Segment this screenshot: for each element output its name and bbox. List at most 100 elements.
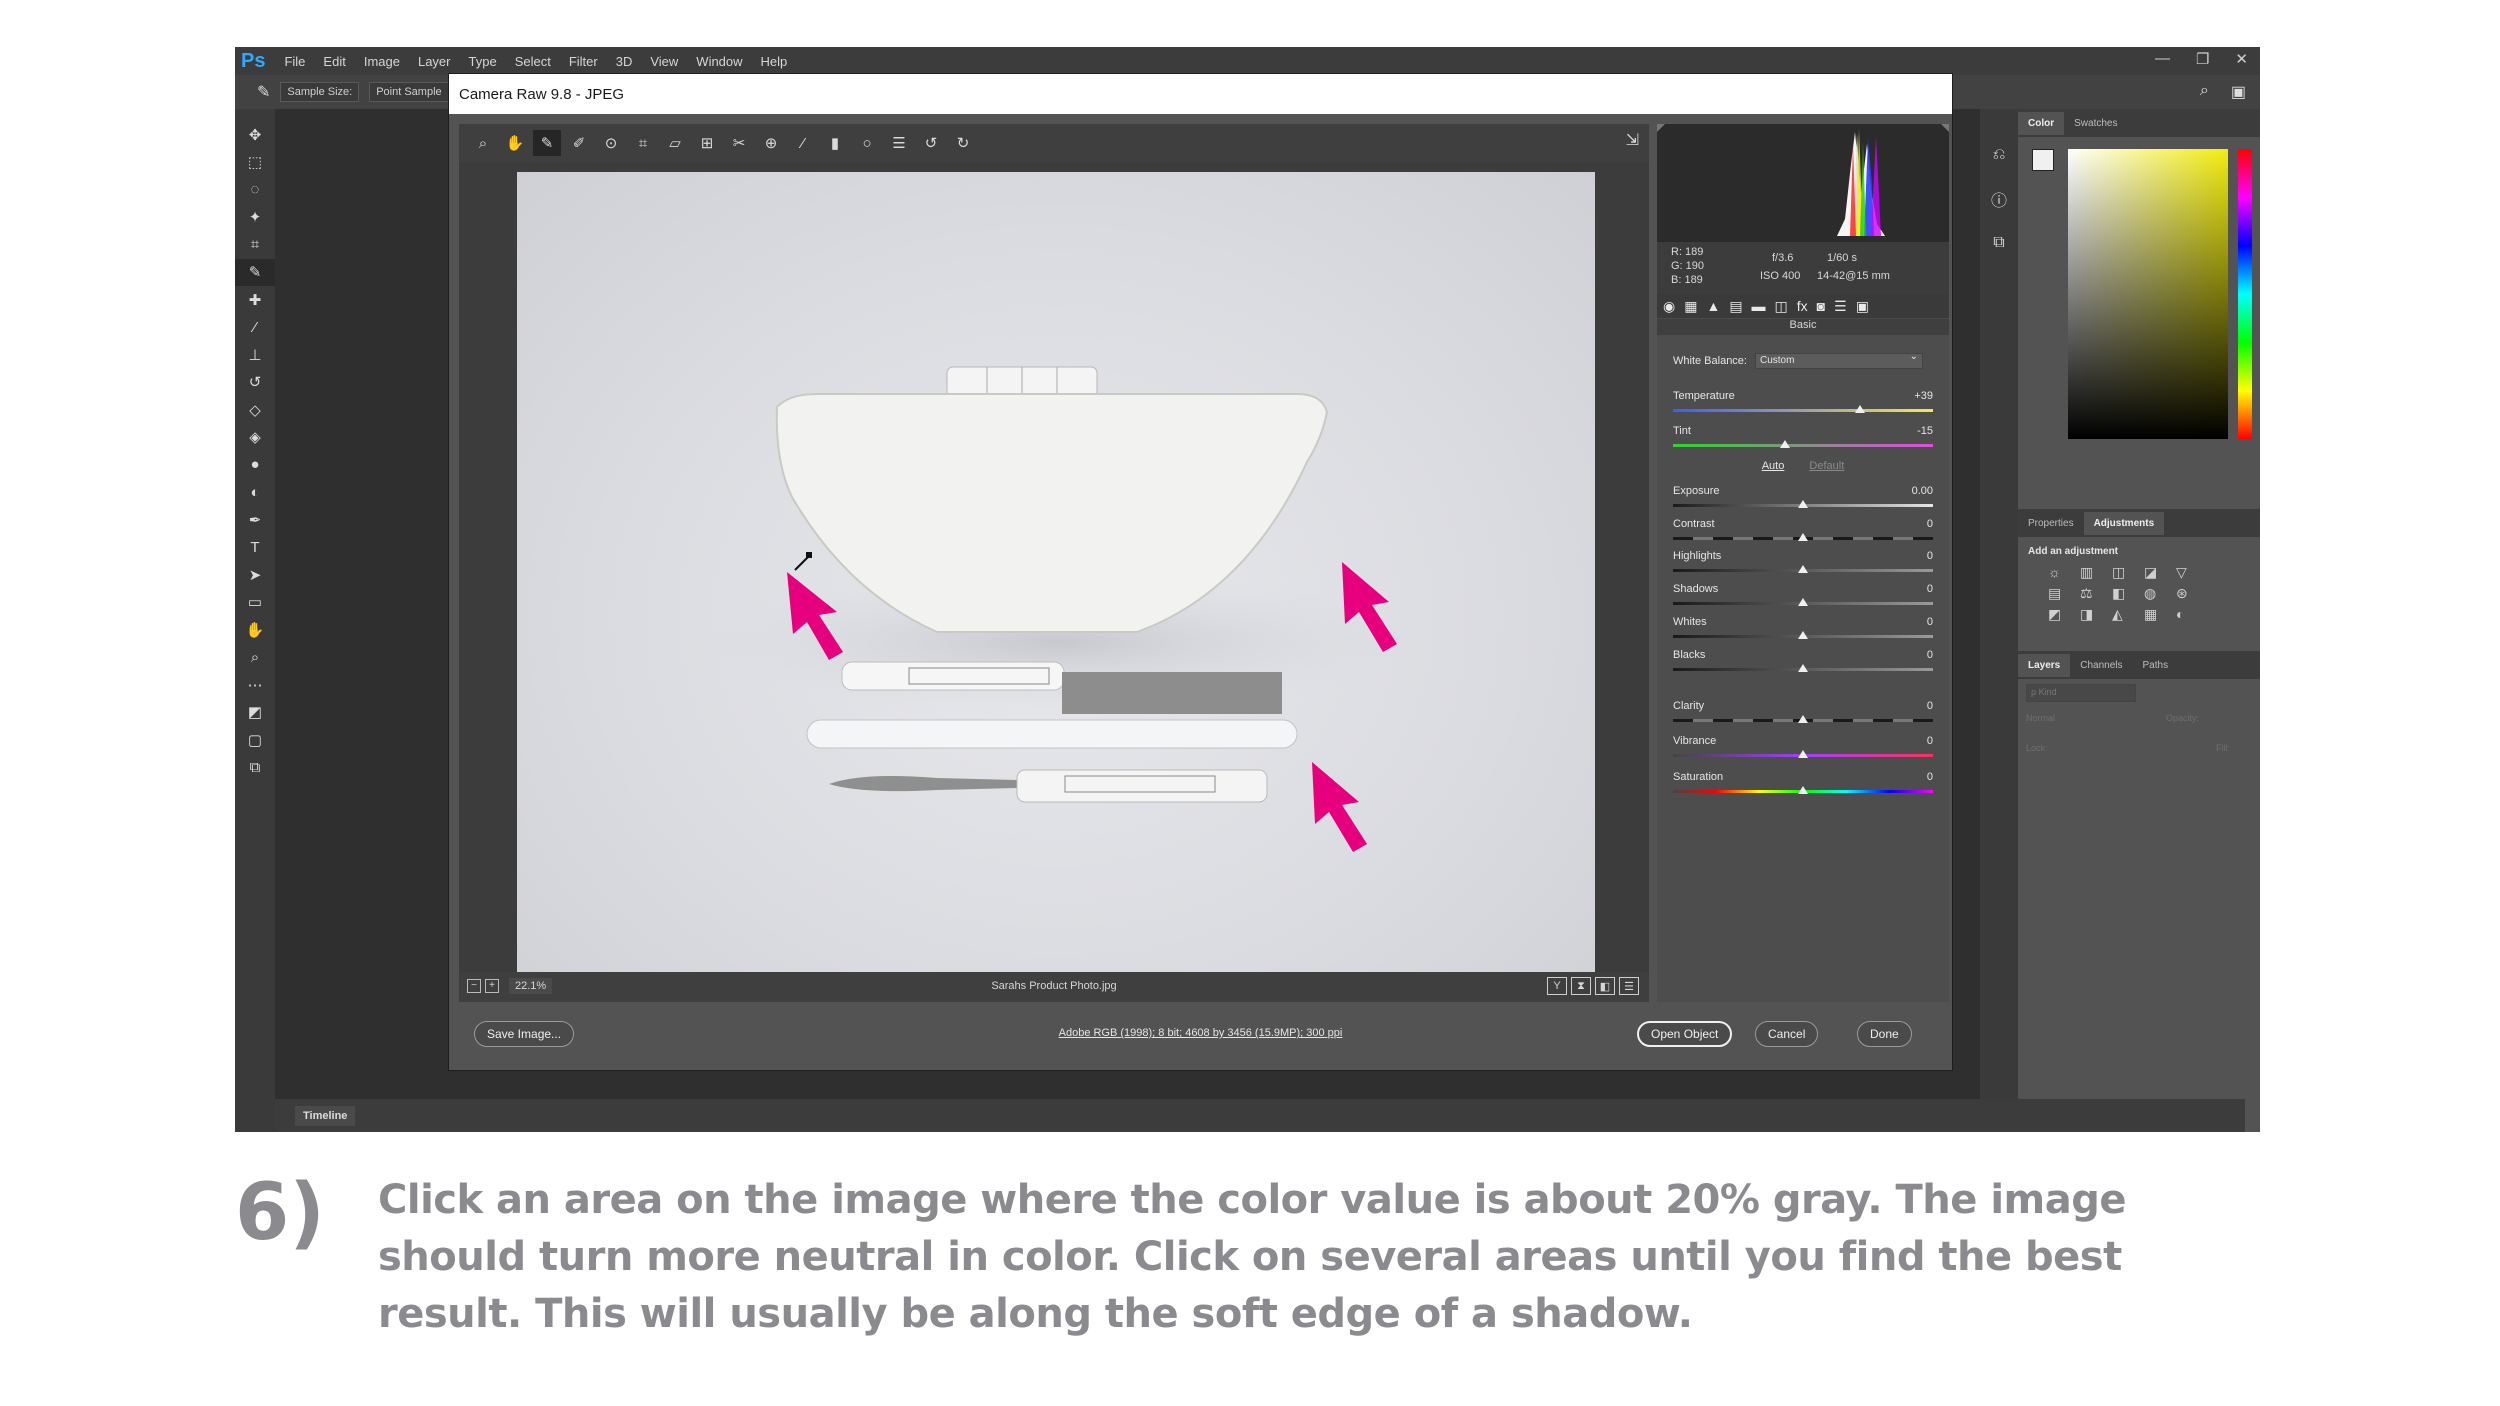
layer-kind-filter[interactable]: ρ Kind [2026, 684, 2136, 702]
radial-filter-icon[interactable]: ○ [853, 130, 881, 156]
lens-corrections-tab-icon[interactable]: ◫ [1775, 298, 1788, 315]
preferences-icon[interactable]: ☰ [885, 130, 913, 156]
color-swatches-icon[interactable]: ◩ [235, 699, 275, 727]
slider-value[interactable]: 0.00 [1912, 485, 1933, 497]
clone-stamp-tool-icon[interactable]: ⊥ [235, 341, 275, 369]
info-panel-icon[interactable]: ⓘ [1980, 177, 2018, 221]
marquee-tool-icon[interactable]: ⬚ [235, 149, 275, 177]
menu-3d[interactable]: 3D [607, 54, 642, 69]
dodge-tool-icon[interactable]: ◐ [235, 479, 275, 507]
slider-contrast[interactable]: Contrast 0 [1673, 518, 1933, 548]
tab-adjustments[interactable]: Adjustments [2083, 511, 2165, 535]
healing-brush-tool-icon[interactable]: ✚ [235, 286, 275, 314]
zoom-tool-icon[interactable]: ⌕ [469, 130, 497, 156]
history-panel-icon[interactable]: ⎌ [1980, 133, 2018, 177]
slider-highlights[interactable]: Highlights 0 [1673, 550, 1933, 580]
tab-color[interactable]: Color [2018, 111, 2065, 135]
brightness-icon[interactable]: ☼ [2048, 564, 2074, 581]
clone-source-panel-icon[interactable]: ⧉ [1980, 221, 2018, 265]
graduated-filter-icon[interactable]: ▮ [821, 130, 849, 156]
brush-tool-icon[interactable]: ⁄ [235, 314, 275, 342]
tone-curve-tab-icon[interactable]: ▦ [1684, 298, 1697, 315]
eyedropper-preset-icon[interactable]: ✎ [257, 82, 270, 102]
black-white-icon[interactable]: ◧ [2112, 585, 2138, 602]
rotate-left-icon[interactable]: ↺ [917, 130, 945, 156]
minimize-button[interactable]: — [2155, 50, 2170, 68]
point-sample-select[interactable]: Point Sample [369, 82, 449, 102]
slider-thumb[interactable] [1798, 664, 1808, 672]
slider-value[interactable]: 0 [1927, 771, 1933, 783]
presets-tab-icon[interactable]: ☰ [1834, 298, 1847, 315]
tab-paths[interactable]: Paths [2133, 654, 2179, 677]
path-selection-tool-icon[interactable]: ➤ [235, 561, 275, 589]
straighten-tool-icon[interactable]: ⏥ [661, 130, 689, 156]
exposure-icon[interactable]: ◪ [2144, 564, 2170, 581]
move-tool-icon[interactable]: ✥ [235, 121, 275, 149]
zoom-tool-icon[interactable]: ⌕ [235, 644, 275, 672]
invert-icon[interactable]: ◩ [2048, 606, 2074, 623]
targeted-adjustment-tool-icon[interactable]: ⊙ [597, 130, 625, 156]
paint-bucket-tool-icon[interactable]: ◈ [235, 424, 275, 452]
menu-view[interactable]: View [641, 54, 687, 69]
levels-icon[interactable]: ▥ [2080, 564, 2106, 581]
eraser-tool-icon[interactable]: ◇ [235, 396, 275, 424]
blur-tool-icon[interactable]: ● [235, 451, 275, 479]
fullscreen-toggle-icon[interactable]: ⇲ [1626, 130, 1639, 150]
slider-thumb[interactable] [1779, 440, 1790, 448]
adjustment-brush-icon[interactable]: ⁄ [789, 130, 817, 156]
foreground-color-swatch[interactable] [2032, 149, 2054, 171]
slider-thumb[interactable] [1798, 631, 1808, 639]
slider-shadows[interactable]: Shadows 0 [1673, 583, 1933, 613]
slider-vibrance[interactable]: Vibrance 0 [1673, 735, 1933, 765]
restore-button[interactable]: ❐ [2196, 50, 2209, 68]
rotate-right-icon[interactable]: ↻ [949, 130, 977, 156]
menu-help[interactable]: Help [752, 54, 797, 69]
menu-select[interactable]: Select [506, 54, 560, 69]
slider-value[interactable]: 0 [1927, 735, 1933, 747]
screen-mode-icon[interactable]: ⧉ [235, 754, 275, 782]
slider-saturation[interactable]: Saturation 0 [1673, 771, 1933, 801]
default-link[interactable]: Default [1809, 460, 1844, 472]
slider-thumb[interactable] [1798, 500, 1808, 508]
slider-track[interactable] [1673, 409, 1933, 412]
white-balance-select[interactable]: Custom [1754, 351, 1923, 369]
sample-size-select[interactable]: Sample Size: [280, 82, 360, 102]
save-image-button[interactable]: Save Image... [474, 1021, 575, 1047]
close-button[interactable]: ✕ [2235, 50, 2248, 68]
split-toning-tab-icon[interactable]: ▬ [1752, 298, 1766, 314]
workspace-icon[interactable]: ▣ [2231, 82, 2246, 102]
selective-color-icon[interactable]: ◐ [2176, 606, 2202, 623]
slider-value[interactable]: 0 [1927, 550, 1933, 562]
transform-tool-icon[interactable]: ⊞ [693, 130, 721, 156]
hand-tool-icon[interactable]: ✋ [501, 130, 529, 156]
timeline-tab[interactable]: Timeline [295, 1106, 356, 1126]
slider-value[interactable]: 0 [1927, 583, 1933, 595]
vibrance-icon[interactable]: ▽ [2176, 564, 2202, 581]
menu-image[interactable]: Image [355, 54, 409, 69]
slider-thumb[interactable] [1798, 598, 1808, 606]
slider-value[interactable]: 0 [1927, 700, 1933, 712]
more-tools-icon[interactable]: ⋯ [235, 671, 275, 699]
type-tool-icon[interactable]: T [235, 534, 275, 562]
swap-view-icon[interactable]: ⧗ [1571, 977, 1591, 995]
slider-tint[interactable]: Tint -15 [1673, 425, 1933, 455]
cycle-view-icon[interactable]: Y [1547, 977, 1567, 995]
slider-exposure[interactable]: Exposure 0.00 [1673, 485, 1933, 515]
menu-edit[interactable]: Edit [314, 54, 354, 69]
lasso-tool-icon[interactable]: ◌ [235, 176, 275, 204]
slider-whites[interactable]: Whites 0 [1673, 616, 1933, 646]
eyedropper-tool-icon[interactable]: ✎ [235, 258, 275, 286]
photo-filter-icon[interactable]: ◍ [2144, 585, 2170, 602]
slider-thumb[interactable] [1798, 565, 1808, 573]
curves-icon[interactable]: ◫ [2112, 564, 2138, 581]
red-eye-tool-icon[interactable]: ⊕ [757, 130, 785, 156]
basic-tab-icon[interactable]: ◉ [1663, 298, 1675, 315]
magic-wand-tool-icon[interactable]: ✦ [235, 204, 275, 232]
slider-thumb[interactable] [1798, 715, 1808, 723]
tab-channels[interactable]: Channels [2070, 654, 2132, 677]
slider-thumb[interactable] [1798, 750, 1808, 758]
slider-track[interactable] [1673, 444, 1933, 447]
slider-clarity[interactable]: Clarity 0 [1673, 700, 1933, 730]
menu-filter[interactable]: Filter [560, 54, 607, 69]
camera-calibration-tab-icon[interactable]: ◙ [1817, 298, 1825, 314]
